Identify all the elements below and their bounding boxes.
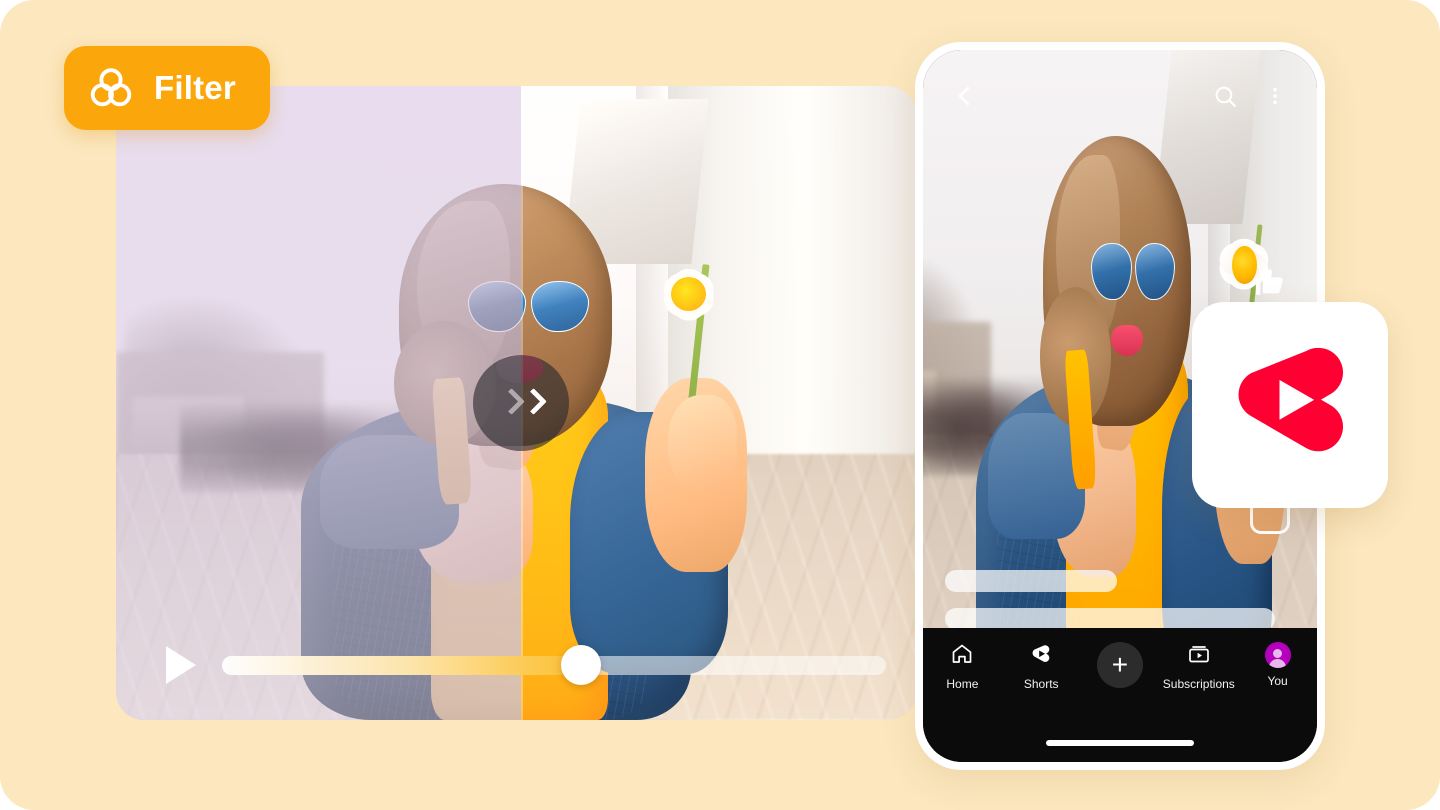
double-chevron-right-icon-dim (500, 387, 520, 419)
shorts-icon (1029, 642, 1053, 671)
sunglasses-lens-right (1134, 242, 1176, 300)
nav-item-shorts[interactable]: Shorts (1002, 642, 1081, 691)
avatar-head (1273, 649, 1283, 658)
chevron-left-icon[interactable] (945, 76, 985, 116)
sunglasses-lens-left (1091, 242, 1132, 300)
youtube-shorts-logo (1227, 333, 1353, 478)
skeleton-line (945, 570, 1117, 592)
before-after-media-panel[interactable] (116, 86, 916, 720)
nav-item-subscriptions[interactable]: Subscriptions (1159, 642, 1238, 691)
home-icon (950, 642, 974, 671)
skeleton-line (945, 608, 1275, 630)
shorts-logo-card[interactable] (1192, 302, 1388, 508)
nav-label-home: Home (946, 677, 979, 691)
nav-item-you[interactable]: You (1238, 642, 1317, 688)
play-icon[interactable] (166, 646, 196, 684)
avatar-body (1269, 659, 1287, 668)
avatar (1264, 642, 1291, 668)
filter-badge[interactable]: Filter (64, 46, 270, 130)
progress-bar-fill (222, 655, 581, 675)
three-circles-filter-icon (86, 63, 136, 113)
nav-label-you: You (1267, 674, 1288, 688)
double-chevron-right-icon (522, 387, 542, 419)
thumbs-up-icon (1253, 265, 1287, 304)
search-icon[interactable] (1205, 76, 1245, 116)
nav-item-home[interactable]: Home (923, 642, 1002, 691)
progress-bar-track[interactable] (222, 645, 886, 685)
shorts-top-bar (923, 50, 1317, 142)
before-after-slider-handle[interactable] (473, 355, 569, 451)
plus-icon[interactable]: + (1096, 642, 1143, 688)
nav-item-create[interactable]: + (1081, 642, 1160, 694)
nav-label-subscriptions: Subscriptions (1162, 677, 1235, 691)
heart-sunglasses (1091, 242, 1176, 300)
home-indicator (1046, 740, 1194, 746)
progress-bar-thumb[interactable] (560, 645, 601, 685)
filter-badge-label: Filter (154, 69, 236, 106)
nav-label-shorts: Shorts (1023, 677, 1059, 691)
promo-stage: Filter Home Shorts + Subscriptions You (0, 0, 1440, 810)
subscriptions-icon (1187, 642, 1211, 671)
avatar-icon (1264, 642, 1291, 668)
video-player-controls[interactable] (116, 610, 916, 720)
more-vertical-icon[interactable] (1255, 76, 1295, 116)
